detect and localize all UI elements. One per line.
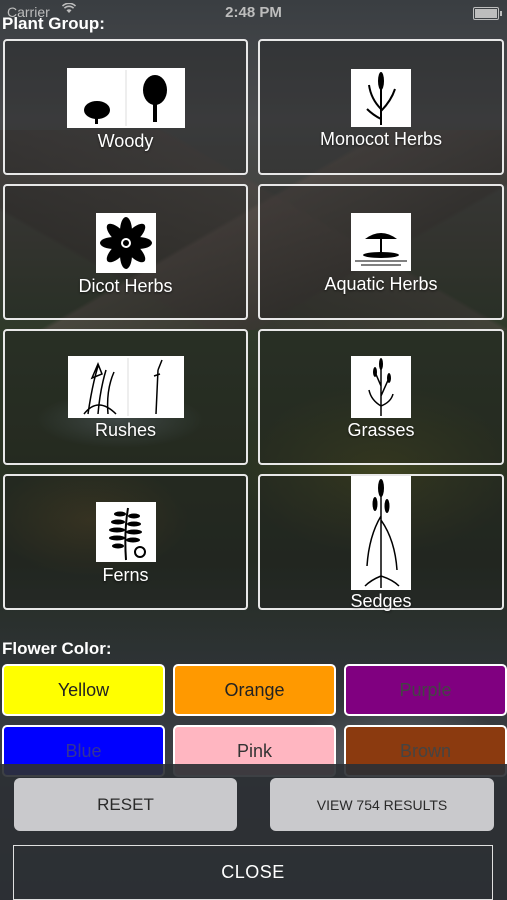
battery-fill xyxy=(475,9,497,18)
color-orange-button[interactable]: Orange xyxy=(173,664,336,716)
flower-color-grid: Yellow Orange Purple Blue Pink Brown xyxy=(2,664,507,777)
plant-group-label: Woody xyxy=(97,131,154,151)
aquatic-plant-icon xyxy=(351,213,411,271)
flower-color-title: Flower Color: xyxy=(2,639,112,658)
plant-group-label: Dicot Herbs xyxy=(78,276,173,296)
plant-group-woody[interactable]: Woody xyxy=(3,39,248,175)
rushes-icon xyxy=(67,356,184,418)
monocot-icon xyxy=(351,69,411,127)
fern-icon xyxy=(95,502,156,562)
plant-group-rushes[interactable]: Rushes xyxy=(3,329,248,465)
plant-group-label: Ferns xyxy=(102,565,149,585)
plant-group-aquatic-herbs[interactable]: Aquatic Herbs xyxy=(258,184,504,320)
grass-icon xyxy=(351,356,411,418)
plant-group-label: Aquatic Herbs xyxy=(324,274,438,294)
plant-group-dicot-herbs[interactable]: Dicot Herbs xyxy=(3,184,248,320)
plant-group-grid: Woody Monocot Herbs Dicot Herbs Aquatic … xyxy=(3,39,505,611)
color-yellow-button[interactable]: Yellow xyxy=(2,664,165,716)
plant-group-sedges[interactable]: Sedges xyxy=(258,474,504,611)
plant-group-title: Plant Group: xyxy=(2,14,105,33)
reset-button[interactable]: RESET xyxy=(14,778,237,831)
plant-group-label: Grasses xyxy=(347,420,415,440)
plant-group-grasses[interactable]: Grasses xyxy=(258,329,504,465)
close-button[interactable]: CLOSE xyxy=(13,845,493,900)
plant-group-label: Rushes xyxy=(94,420,157,440)
battery-icon xyxy=(473,7,502,20)
plant-group-monocot-herbs[interactable]: Monocot Herbs xyxy=(258,39,504,175)
color-purple-button[interactable]: Purple xyxy=(344,664,507,716)
plant-group-label: Sedges xyxy=(350,591,412,611)
dicot-flower-icon xyxy=(95,213,156,273)
plant-group-ferns[interactable]: Ferns xyxy=(3,474,248,610)
sedge-icon xyxy=(351,476,411,590)
view-results-button[interactable]: VIEW 754 RESULTS xyxy=(270,778,494,831)
woody-icon xyxy=(66,68,185,128)
plant-group-label: Monocot Herbs xyxy=(319,129,443,149)
action-panel: RESET VIEW 754 RESULTS CLOSE xyxy=(0,764,507,900)
